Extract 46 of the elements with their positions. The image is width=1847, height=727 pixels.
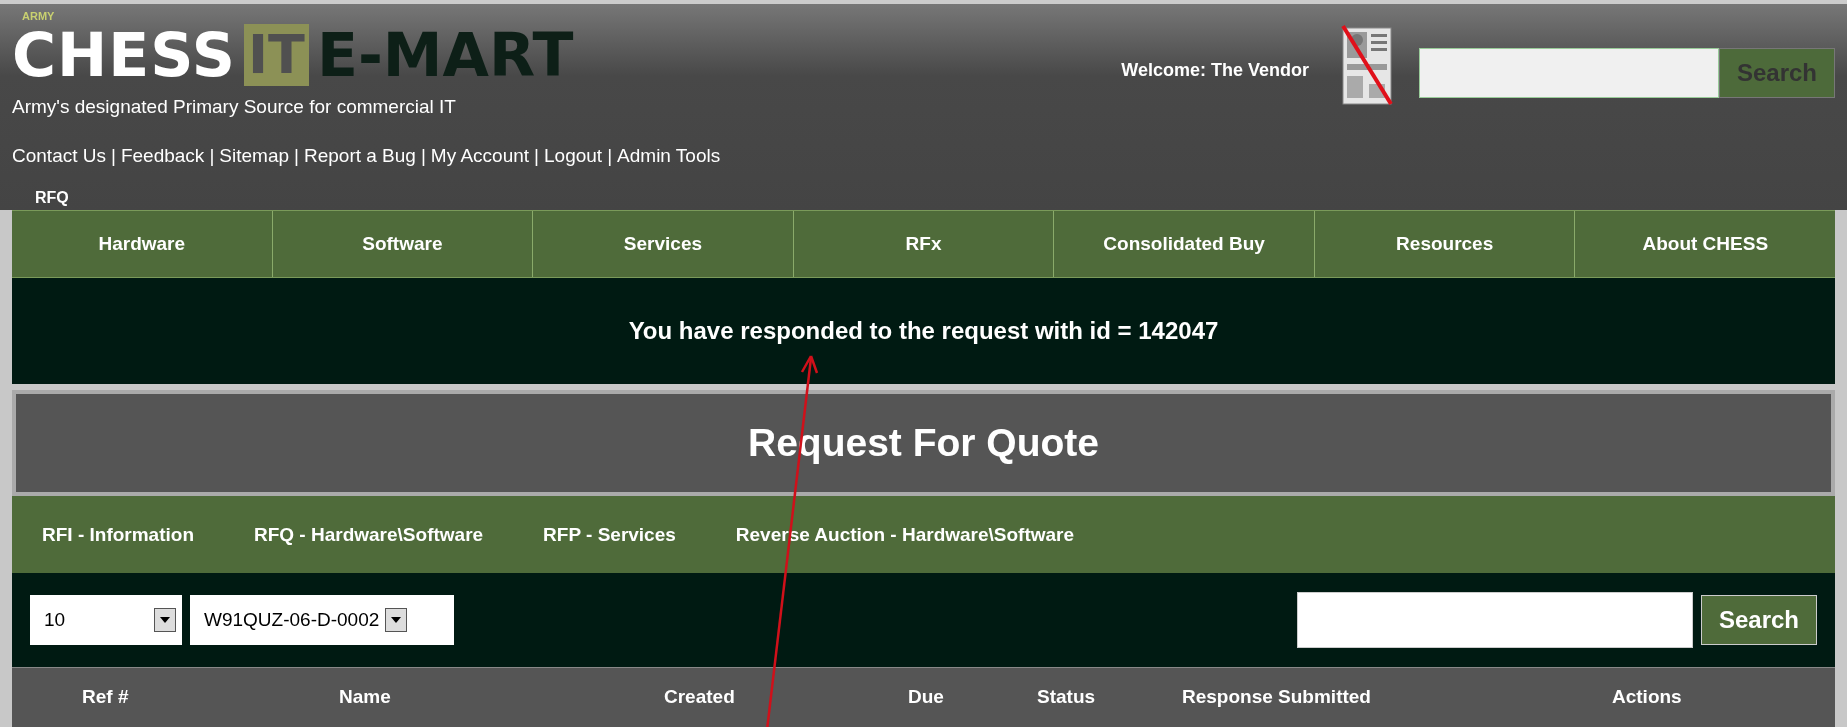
message-text: You have responded to the request with id = 142047 bbox=[628, 317, 1219, 345]
page-size-select[interactable]: 10 bbox=[30, 595, 182, 645]
column-header: Due bbox=[908, 686, 944, 708]
tagline: Army's designated Primary Source for commercial IT bbox=[12, 96, 457, 118]
nav-item[interactable]: Resources bbox=[1314, 211, 1576, 277]
link-separator: | bbox=[294, 145, 299, 167]
breadcrumb: RFQ bbox=[35, 189, 70, 207]
header-link[interactable]: My Account bbox=[430, 145, 530, 167]
nav-item[interactable]: Consolidated Buy bbox=[1054, 211, 1315, 277]
nav-item[interactable]: Services bbox=[533, 211, 794, 277]
logo-text: ARMY bbox=[22, 10, 55, 22]
nav-item[interactable]: About CHESS bbox=[1575, 211, 1836, 277]
logo-text: CHESS bbox=[12, 24, 236, 86]
header-link[interactable]: Logout bbox=[544, 145, 603, 167]
header-link[interactable]: Feedback bbox=[120, 145, 205, 167]
nav-item[interactable]: Software bbox=[272, 211, 534, 277]
header-link[interactable]: Contact Us bbox=[12, 145, 106, 167]
logo-text: IT bbox=[243, 24, 309, 86]
column-header: Response Submitted bbox=[1182, 686, 1371, 708]
header-link[interactable]: Admin Tools bbox=[617, 145, 721, 167]
nav-item[interactable]: RFx bbox=[793, 211, 1055, 277]
column-header: Name bbox=[339, 686, 391, 708]
link-separator: | bbox=[420, 145, 426, 167]
link-separator: | bbox=[534, 145, 539, 167]
column-header: Actions bbox=[1612, 686, 1682, 708]
search-field[interactable] bbox=[1419, 48, 1719, 98]
tab[interactable]: RFI - Information bbox=[42, 523, 194, 546]
tab[interactable]: RFP - Services bbox=[543, 523, 676, 546]
column-header: Ref # bbox=[82, 686, 129, 708]
contract-select[interactable]: W91QUZ-06-D-0002 bbox=[190, 595, 454, 645]
column-header: Created bbox=[664, 686, 735, 708]
tab[interactable]: RFQ - Hardware\Software bbox=[254, 523, 484, 546]
caret-icon bbox=[160, 617, 170, 623]
link-separator: | bbox=[111, 145, 116, 167]
column-header: Status bbox=[1037, 686, 1096, 708]
header-link[interactable]: Report a Bug bbox=[303, 145, 416, 167]
logo-text: E-MART bbox=[316, 24, 574, 86]
crossed-id-card-icon bbox=[1341, 24, 1393, 106]
search-field[interactable] bbox=[1297, 592, 1693, 648]
header-link[interactable]: Sitemap bbox=[219, 145, 289, 167]
search-button[interactable]: Search bbox=[1701, 595, 1817, 645]
welcome-text: Welcome: The Vendor bbox=[1121, 60, 1309, 81]
caret-icon bbox=[391, 617, 402, 623]
nav-item[interactable]: Hardware bbox=[12, 211, 273, 277]
link-separator: | bbox=[607, 145, 613, 167]
link-separator: | bbox=[209, 145, 215, 167]
